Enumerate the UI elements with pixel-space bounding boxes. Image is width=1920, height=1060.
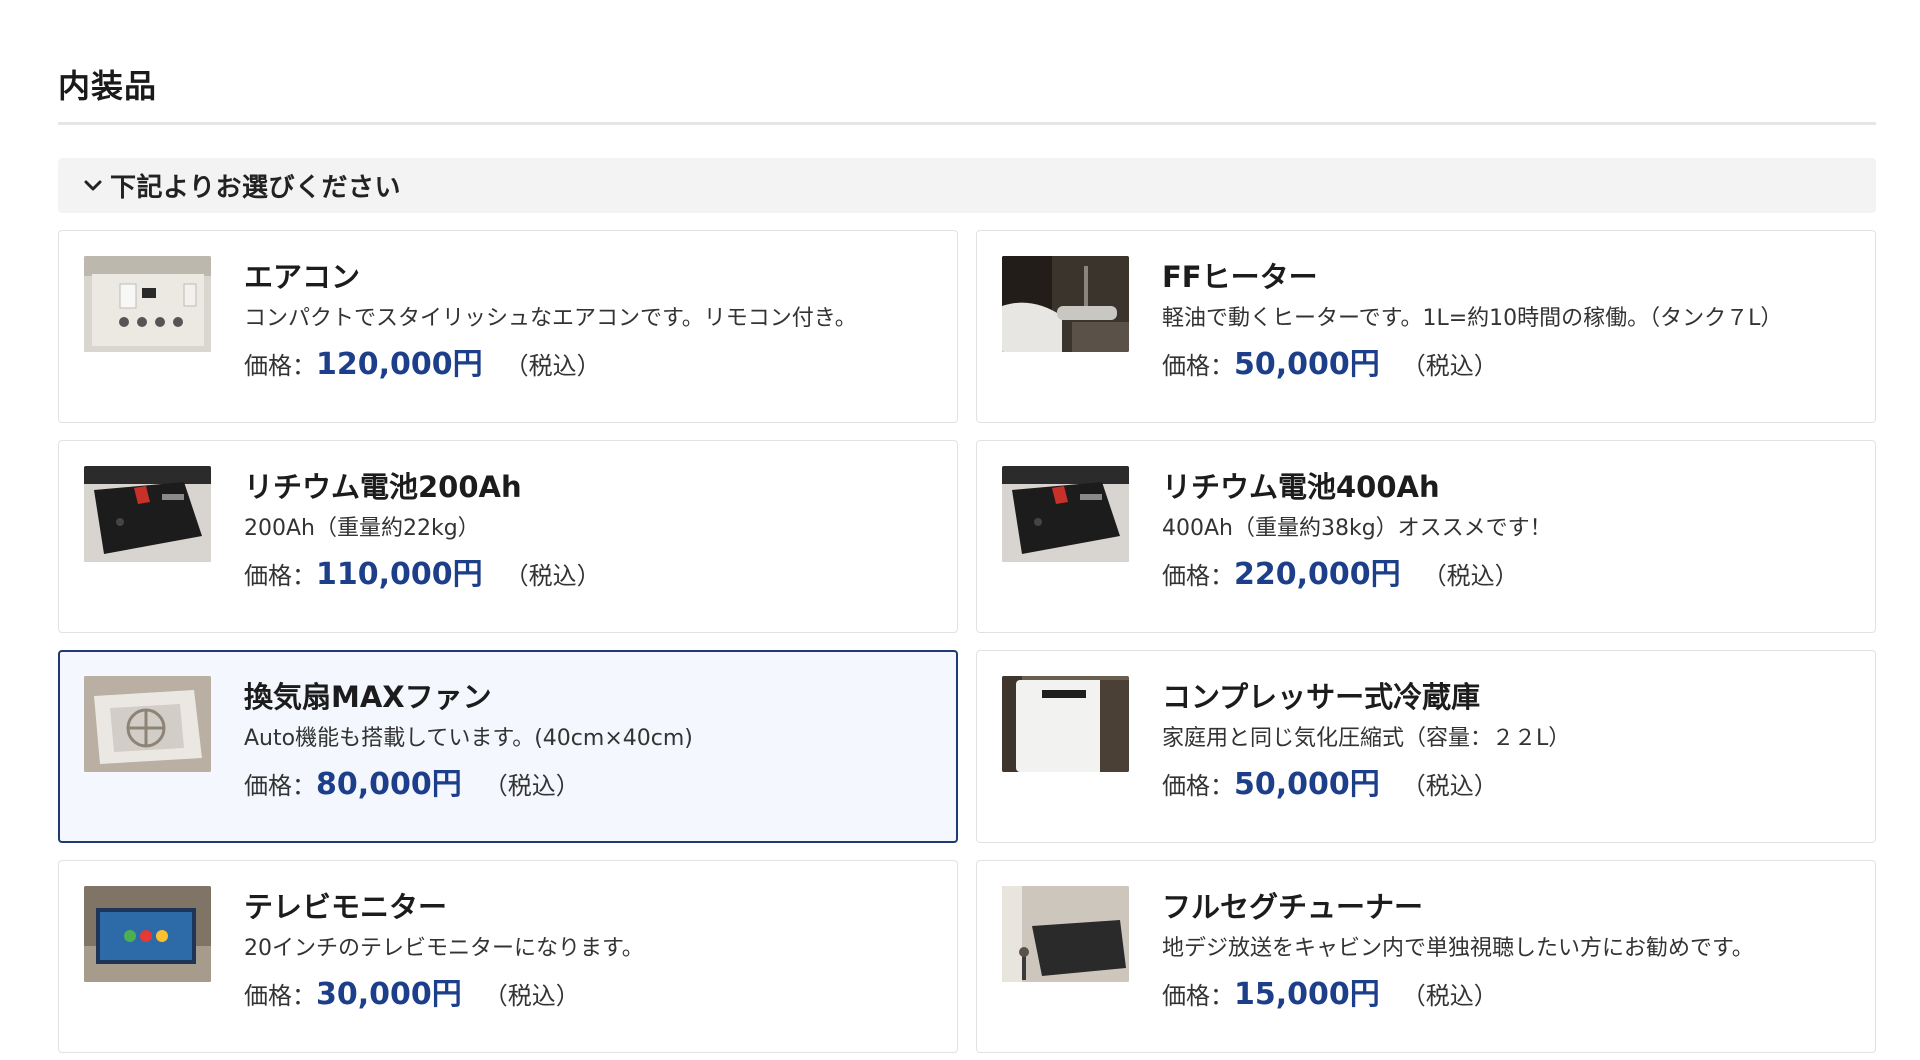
option-card-fridge[interactable]: コンプレッサー式冷蔵庫 家庭用と同じ気化圧縮式（容量：２２L） 価格： 50,0… xyxy=(976,650,1876,843)
item-name: FFヒーター xyxy=(1162,260,1318,294)
vent-fan-photo xyxy=(84,676,211,772)
card-body: エアコン コンパクトでスタイリッシュなエアコンです。リモコン付き。 価格： 12… xyxy=(244,257,937,385)
option-selector-toggle[interactable]: 下記よりお選びください xyxy=(58,158,1876,213)
item-price-row: 価格： 120,000円 （税込） xyxy=(244,345,937,385)
tax-label: （税込） xyxy=(1422,562,1519,590)
battery-photo xyxy=(1002,466,1129,562)
item-description: 20インチのテレビモニターになります。 xyxy=(244,936,644,961)
options-section: 内装品 下記よりお選びください エアコン コンパクトでスタイリッシュなエアコンで… xyxy=(58,0,1876,1053)
price-value: 50,000円 xyxy=(1234,347,1380,382)
item-price-row: 価格： 15,000円 （税込） xyxy=(1162,975,1855,1015)
card-body: コンプレッサー式冷蔵庫 家庭用と同じ気化圧縮式（容量：２２L） 価格： 50,0… xyxy=(1162,677,1855,805)
item-price-row: 価格： 50,000円 （税込） xyxy=(1162,345,1855,385)
item-price-row: 価格： 110,000円 （税込） xyxy=(244,555,937,595)
item-description: 家庭用と同じ気化圧縮式（容量：２２L） xyxy=(1162,726,1571,751)
price-label: 価格： xyxy=(244,982,316,1010)
item-description: 200Ah（重量約22kg） xyxy=(244,516,480,541)
option-card-aircon[interactable]: エアコン コンパクトでスタイリッシュなエアコンです。リモコン付き。 価格： 12… xyxy=(58,230,958,423)
card-body: 換気扇MAXファン Auto機能も搭載しています。(40cm×40cm) 価格：… xyxy=(244,677,936,805)
tuner-photo xyxy=(1002,886,1129,982)
tax-label: （税込） xyxy=(504,352,601,380)
item-name: テレビモニター xyxy=(244,890,448,924)
item-name: リチウム電池400Ah xyxy=(1162,470,1440,504)
item-name: フルセグチューナー xyxy=(1162,890,1424,924)
option-card-vent-fan[interactable]: 換気扇MAXファン Auto機能も搭載しています。(40cm×40cm) 価格：… xyxy=(58,650,958,843)
tv-monitor-photo xyxy=(84,886,211,982)
ff-heater-photo xyxy=(1002,256,1129,352)
option-selector-label: 下記よりお選びください xyxy=(110,173,401,203)
price-value: 110,000円 xyxy=(316,557,483,592)
price-value: 50,000円 xyxy=(1234,767,1380,802)
option-grid: エアコン コンパクトでスタイリッシュなエアコンです。リモコン付き。 価格： 12… xyxy=(58,230,1876,1053)
price-label: 価格： xyxy=(244,562,316,590)
option-card-lithium-200ah[interactable]: リチウム電池200Ah 200Ah（重量約22kg） 価格： 110,000円 … xyxy=(58,440,958,633)
battery-photo xyxy=(84,466,211,562)
tax-label: （税込） xyxy=(1401,982,1498,1010)
price-value: 30,000円 xyxy=(316,977,462,1012)
item-price-row: 価格： 220,000円 （税込） xyxy=(1162,555,1855,595)
price-value: 80,000円 xyxy=(316,767,462,802)
card-body: フルセグチューナー 地デジ放送をキャビン内で単独視聴したい方にお勧めです。 価格… xyxy=(1162,887,1855,1015)
price-label: 価格： xyxy=(1162,562,1234,590)
title-divider xyxy=(58,122,1876,125)
tax-label: （税込） xyxy=(483,772,580,800)
item-price-row: 価格： 30,000円 （税込） xyxy=(244,975,937,1015)
option-card-tuner[interactable]: フルセグチューナー 地デジ放送をキャビン内で単独視聴したい方にお勧めです。 価格… xyxy=(976,860,1876,1053)
price-label: 価格： xyxy=(244,772,316,800)
section-title: 内装品 xyxy=(58,67,158,105)
item-description: コンパクトでスタイリッシュなエアコンです。リモコン付き。 xyxy=(244,306,857,331)
item-description: Auto機能も搭載しています。(40cm×40cm) xyxy=(244,726,693,751)
tax-label: （税込） xyxy=(504,562,601,590)
item-price-row: 価格： 80,000円 （税込） xyxy=(244,765,936,805)
item-description: 400Ah（重量約38kg）オススメです！ xyxy=(1162,516,1552,541)
card-body: テレビモニター 20インチのテレビモニターになります。 価格： 30,000円 … xyxy=(244,887,937,1015)
card-body: FFヒーター 軽油で動くヒーターです。1L=約10時間の稼働。（タンク７L） 価… xyxy=(1162,257,1855,385)
item-description: 軽油で動くヒーターです。1L=約10時間の稼働。（タンク７L） xyxy=(1162,306,1783,331)
price-label: 価格： xyxy=(1162,352,1234,380)
price-value: 15,000円 xyxy=(1234,977,1380,1012)
item-price-row: 価格： 50,000円 （税込） xyxy=(1162,765,1855,805)
fridge-photo xyxy=(1002,676,1129,772)
chevron-down-icon xyxy=(82,175,104,197)
price-value: 120,000円 xyxy=(316,347,483,382)
tax-label: （税込） xyxy=(1401,352,1498,380)
item-name: コンプレッサー式冷蔵庫 xyxy=(1162,680,1481,714)
option-card-tv-monitor[interactable]: テレビモニター 20インチのテレビモニターになります。 価格： 30,000円 … xyxy=(58,860,958,1053)
item-name: リチウム電池200Ah xyxy=(244,470,522,504)
tax-label: （税込） xyxy=(483,982,580,1010)
card-body: リチウム電池400Ah 400Ah（重量約38kg）オススメです！ 価格： 22… xyxy=(1162,467,1855,595)
item-name: エアコン xyxy=(244,260,361,294)
item-description: 地デジ放送をキャビン内で単独視聴したい方にお勧めです。 xyxy=(1162,936,1754,961)
price-value: 220,000円 xyxy=(1234,557,1401,592)
option-card-ff-heater[interactable]: FFヒーター 軽油で動くヒーターです。1L=約10時間の稼働。（タンク７L） 価… xyxy=(976,230,1876,423)
tax-label: （税込） xyxy=(1401,772,1498,800)
aircon-photo xyxy=(84,256,211,352)
item-name: 換気扇MAXファン xyxy=(244,680,492,714)
price-label: 価格： xyxy=(1162,772,1234,800)
price-label: 価格： xyxy=(244,352,316,380)
card-body: リチウム電池200Ah 200Ah（重量約22kg） 価格： 110,000円 … xyxy=(244,467,937,595)
option-card-lithium-400ah[interactable]: リチウム電池400Ah 400Ah（重量約38kg）オススメです！ 価格： 22… xyxy=(976,440,1876,633)
price-label: 価格： xyxy=(1162,982,1234,1010)
